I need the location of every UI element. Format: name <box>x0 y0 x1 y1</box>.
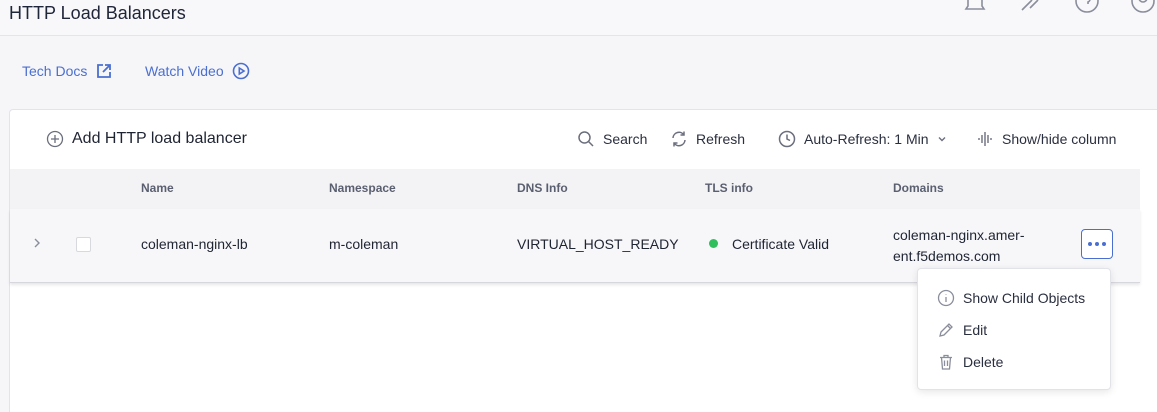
add-http-load-balancer-button[interactable]: Add HTTP load balancer <box>46 130 247 148</box>
refresh-icon <box>672 131 686 147</box>
refresh-button[interactable]: Refresh <box>670 130 745 148</box>
page-title: HTTP Load Balancers <box>9 3 186 23</box>
menu-item-label: Delete <box>963 354 1004 370</box>
cell-namespace: m-coleman <box>329 236 399 252</box>
column-header-name[interactable]: Name <box>141 181 174 195</box>
cell-domains: coleman-nginx.amer- ent.f5demos.com <box>893 225 1025 267</box>
domains-line-2: ent.f5demos.com <box>893 248 1001 264</box>
tech-docs-link[interactable]: Tech Docs <box>22 62 113 80</box>
column-header-tls-info[interactable]: TLS info <box>705 181 753 195</box>
search-label: Search <box>603 131 648 147</box>
row-actions-menu: Show Child Objects Edit Delete <box>917 268 1111 390</box>
menu-item-edit[interactable]: Edit <box>937 321 987 339</box>
add-button-label: Add HTTP load balancer <box>72 130 247 147</box>
watch-video-link[interactable]: Watch Video <box>145 62 250 80</box>
external-link-icon <box>97 64 112 78</box>
column-header-namespace[interactable]: Namespace <box>329 181 396 195</box>
top-bar: HTTP Load Balancers <box>0 0 1157 36</box>
cell-tls-info: Certificate Valid <box>709 236 829 252</box>
table-header: Name Namespace DNS Info TLS info Domains <box>10 169 1140 209</box>
tls-info-text: Certificate Valid <box>732 236 830 252</box>
more-dot-icon <box>1088 242 1092 246</box>
info-icon <box>937 289 955 307</box>
column-header-dns-info[interactable]: DNS Info <box>517 181 568 195</box>
refresh-label: Refresh <box>696 131 746 147</box>
help-icon[interactable] <box>1074 0 1100 14</box>
menu-item-label: Edit <box>963 322 988 338</box>
chevron-down-icon <box>938 137 945 142</box>
bell-icon[interactable] <box>962 0 988 14</box>
add-circle-icon <box>46 130 64 148</box>
show-hide-column-label: Show/hide column <box>1002 131 1117 147</box>
trash-icon <box>940 354 952 370</box>
cell-name[interactable]: coleman-nginx-lb <box>141 236 248 252</box>
user-icon[interactable] <box>1130 0 1156 14</box>
chevron-right-icon[interactable] <box>30 233 44 253</box>
cell-dns-info: VIRTUAL_HOST_READY <box>517 236 679 252</box>
row-checkbox[interactable] <box>76 237 91 252</box>
domains-line-1: coleman-nginx.amer- <box>893 227 1025 243</box>
column-header-domains[interactable]: Domains <box>893 181 944 195</box>
auto-refresh-dropdown[interactable]: Auto-Refresh: 1 Min <box>778 130 947 148</box>
tools-icon[interactable] <box>1018 0 1044 14</box>
search-icon <box>578 131 594 147</box>
show-hide-column-button[interactable]: Show/hide column <box>976 130 1116 148</box>
pencil-icon <box>939 323 953 337</box>
tls-status-dot <box>709 239 718 248</box>
menu-item-delete[interactable]: Delete <box>937 353 1003 371</box>
auto-refresh-label: Auto-Refresh: 1 Min <box>804 131 929 147</box>
search-button[interactable]: Search <box>577 130 647 148</box>
menu-item-show-child-objects[interactable]: Show Child Objects <box>937 289 1085 307</box>
play-circle-icon <box>232 62 249 80</box>
columns-icon <box>978 132 992 146</box>
tech-docs-label: Tech Docs <box>22 63 88 79</box>
clock-icon <box>778 130 796 148</box>
menu-item-label: Show Child Objects <box>963 290 1086 306</box>
row-actions-button[interactable] <box>1081 229 1113 259</box>
watch-video-label: Watch Video <box>145 63 224 79</box>
